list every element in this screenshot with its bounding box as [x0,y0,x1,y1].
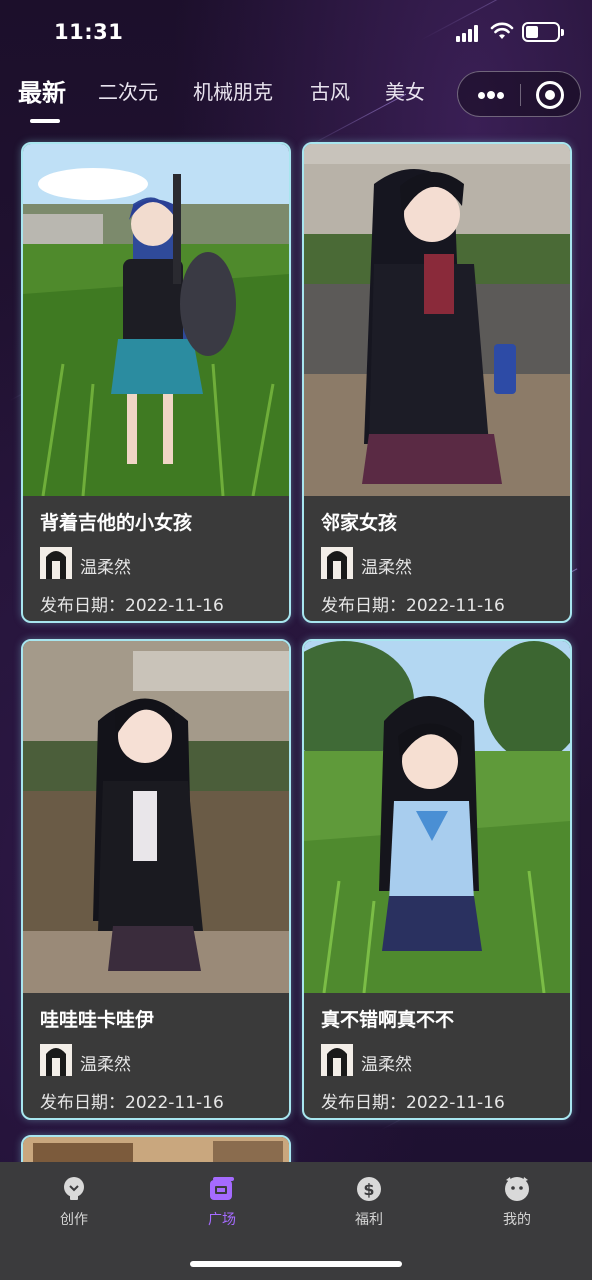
nav-welfare[interactable]: $ 福利 [319,1172,419,1236]
more-dots-icon[interactable] [476,82,506,108]
cellular-signal-icon [456,24,482,42]
author-avatar [321,547,353,579]
artwork-image-girl-by-pond [23,641,289,993]
active-tab-indicator [30,119,60,123]
author-avatar [321,1044,353,1076]
dollar-coin-icon: $ [357,1177,381,1201]
artwork-card[interactable]: 邻家女孩 温柔然 发布日期：2022-11-16 [302,142,572,623]
svg-text:$: $ [363,1180,374,1199]
lightbulb-icon [64,1177,84,1200]
artwork-title: 背着吉他的小女孩 [40,512,193,534]
home-indicator [190,1261,402,1267]
tab-ancient-style[interactable]: 古风 [310,76,350,105]
author-avatar [40,1044,72,1076]
artwork-title: 邻家女孩 [321,512,398,534]
tab-latest[interactable]: 最新 [18,73,66,108]
artwork-title: 真不错啊真不不 [321,1009,455,1031]
miniprogram-capsule [457,71,581,117]
tab-cyberpunk[interactable]: 机械朋克 [193,76,273,105]
nav-label: 创作 [60,1212,88,1228]
tab-anime[interactable]: 二次元 [98,76,158,105]
nav-mine[interactable]: 我的 [467,1172,567,1236]
author-name: 温柔然 [361,558,412,578]
nav-label: 福利 [355,1212,383,1228]
status-bar: 11:31 [0,0,592,62]
author-avatar [40,547,72,579]
nav-create[interactable]: 创作 [24,1172,124,1236]
gallery-icon [210,1177,234,1200]
nav-square[interactable]: 广场 [172,1172,272,1236]
author-name: 温柔然 [80,558,131,578]
battery-icon [522,22,564,42]
artwork-card[interactable]: 真不错啊真不不 温柔然 发布日期：2022-11-16 [302,639,572,1120]
nav-label: 我的 [503,1212,531,1228]
status-time: 11:31 [54,20,124,44]
wifi-icon [490,22,514,39]
publish-date: 发布日期：2022-11-16 [321,596,505,616]
artwork-image-girl-next-door [304,144,570,496]
artwork-card[interactable]: 背着吉他的小女孩 温柔然 发布日期：2022-11-16 [21,142,291,623]
artwork-card[interactable]: 哇哇哇卡哇伊 温柔然 发布日期：2022-11-16 [21,639,291,1120]
artwork-title: 哇哇哇卡哇伊 [40,1009,155,1031]
target-circle-icon[interactable] [536,81,564,109]
publish-date: 发布日期：2022-11-16 [40,1093,224,1113]
nav-label: 广场 [208,1212,236,1228]
author-name: 温柔然 [361,1055,412,1075]
publish-date: 发布日期：2022-11-16 [321,1093,505,1113]
artwork-image-girl-in-grass [304,641,570,993]
artwork-image-girl-with-guitar [23,144,289,496]
profile-face-icon [505,1177,529,1201]
tab-beauty[interactable]: 美女 [385,76,425,105]
author-name: 温柔然 [80,1055,131,1075]
publish-date: 发布日期：2022-11-16 [40,596,224,616]
